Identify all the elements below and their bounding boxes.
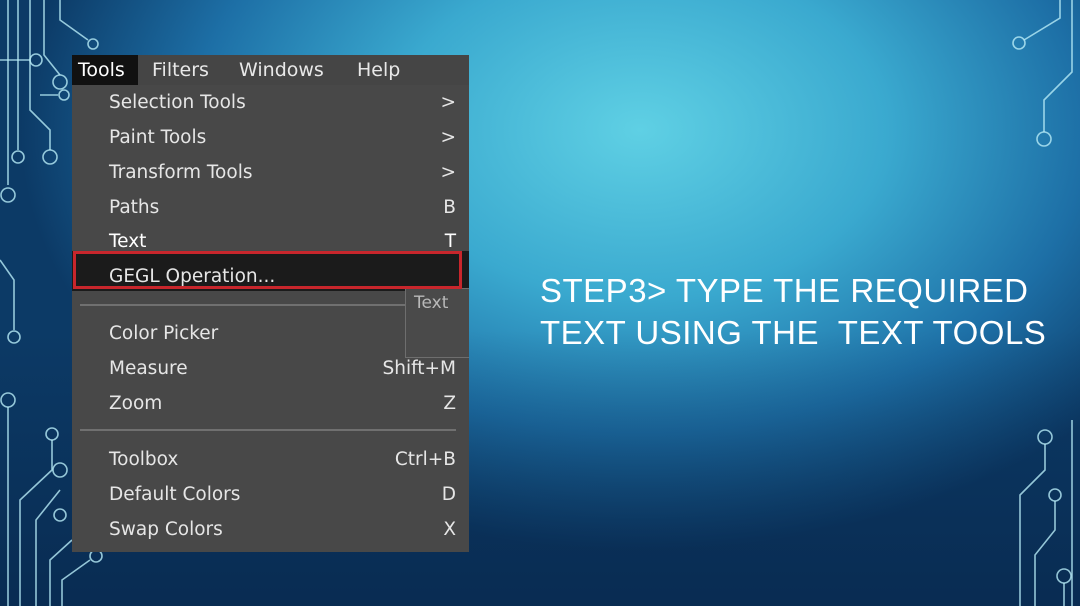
menu-item-label: Toolbox <box>109 449 179 470</box>
red-highlight-box <box>73 251 462 289</box>
menu-item-label: Swap Colors <box>109 519 223 540</box>
menu-separator <box>80 429 456 431</box>
menu-item-label: Paths <box>109 197 160 218</box>
menu-windows[interactable]: Windows <box>239 55 324 85</box>
caption-line-1: STEP3> TYPE THE REQUIRED <box>540 272 1029 309</box>
menu-help[interactable]: Help <box>357 55 400 85</box>
menu-filters[interactable]: Filters <box>152 55 209 85</box>
menu-item-label: Default Colors <box>109 484 241 505</box>
chevron-right-icon: > <box>440 127 456 148</box>
caption-line-2: TEXT USING THE TEXT TOOLS <box>540 314 1047 351</box>
menu-separator <box>80 304 456 306</box>
tooltip: Text <box>405 288 469 358</box>
tools-dropdown-menu: Selection Tools > Paint Tools > Transfor… <box>72 85 469 552</box>
menu-item-label: Paint Tools <box>109 127 207 148</box>
chevron-right-icon: > <box>440 92 456 113</box>
slide-caption: STEP3> TYPE THE REQUIRED TEXT USING THE … <box>540 270 1060 354</box>
menu-tools[interactable]: Tools <box>72 55 138 85</box>
menu-item-shortcut: D <box>441 484 456 505</box>
gimp-tools-menu-screenshot: Tools Filters Windows Help Selection Too… <box>72 55 469 552</box>
menu-item-shortcut: Shift+M <box>382 358 456 379</box>
menu-item-shortcut: X <box>443 519 456 540</box>
tooltip-text: Text <box>414 293 449 313</box>
menu-item-shortcut: Z <box>443 393 456 414</box>
menu-item-shortcut: B <box>443 197 456 218</box>
menu-item-shortcut: Ctrl+B <box>394 449 456 470</box>
menu-item-label: Measure <box>109 358 188 379</box>
menubar: Tools Filters Windows Help <box>72 55 469 85</box>
chevron-right-icon: > <box>440 162 456 183</box>
menu-item-label: Transform Tools <box>109 162 253 183</box>
menu-item-label: Color Picker <box>109 323 219 344</box>
menu-item-label: Zoom <box>109 393 163 414</box>
menu-item-label: Selection Tools <box>109 92 246 113</box>
